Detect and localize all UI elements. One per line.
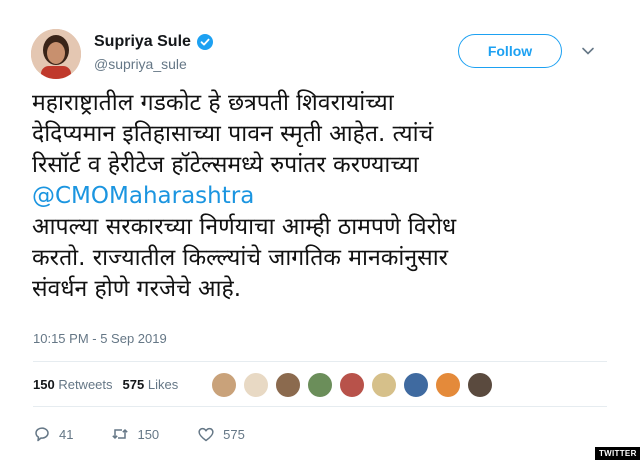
reply-count: 41 — [59, 426, 74, 442]
chevron-down-icon[interactable] — [580, 43, 596, 59]
retweet-icon — [112, 428, 129, 440]
liker-avatar[interactable] — [371, 372, 397, 398]
tweet-text: महाराष्ट्रातील गडकोट हे छत्रपती शिवरायां… — [32, 88, 622, 305]
tweet-timestamp[interactable]: 10:15 PM - 5 Sep 2019 — [33, 331, 167, 346]
follow-button[interactable]: Follow — [458, 34, 562, 68]
author-block: Supriya Sule @supriya_sule — [94, 33, 213, 72]
likes-label: Likes — [147, 377, 179, 392]
liker-avatar[interactable] — [243, 372, 269, 398]
liker-avatar[interactable] — [467, 372, 493, 398]
retweet-count: 150 — [137, 426, 160, 442]
tweet-card: Supriya Sule @supriya_sule Follow महाराष… — [0, 0, 640, 460]
tweet-line: रिसॉर्ट व हेरीटेज हॉटेल्समध्ये रुपांतर क… — [32, 152, 419, 178]
retweet-button[interactable]: 150 — [111, 425, 159, 443]
divider — [33, 406, 607, 407]
liker-avatar[interactable] — [403, 372, 429, 398]
source-badge: TWITTER — [595, 447, 640, 460]
reply-button[interactable]: 41 — [33, 425, 73, 443]
retweets-count: 150 — [33, 377, 55, 392]
engagement-stats: 150 Retweets 575 Likes — [33, 377, 178, 392]
action-bar: 41 150 575 — [33, 425, 283, 443]
author-handle[interactable]: @supriya_sule — [94, 56, 213, 72]
tweet-line: देदिप्यमान इतिहासाच्या पावन स्मृती आहेत.… — [32, 121, 434, 147]
heart-icon — [198, 427, 214, 442]
liker-avatar[interactable] — [275, 372, 301, 398]
liker-avatar[interactable] — [435, 372, 461, 398]
retweets-stat[interactable]: 150 Retweets — [33, 377, 113, 392]
like-count: 575 — [223, 426, 245, 442]
tweet-line: संवर्धन होणे गरजेचे आहे. — [32, 276, 242, 302]
tweet-line: करतो. राज्यातील किल्ल्यांचे जागतिक मानका… — [32, 245, 449, 271]
reply-icon — [35, 427, 49, 442]
liker-avatar[interactable] — [211, 372, 237, 398]
author-name[interactable]: Supriya Sule — [94, 33, 191, 51]
tweet-line: आपल्या सरकारच्या निर्णयाचा आम्ही ठामपणे … — [32, 214, 457, 240]
liker-avatar[interactable] — [307, 372, 333, 398]
like-button[interactable]: 575 — [197, 425, 245, 443]
likes-count: 575 — [122, 377, 145, 392]
mention-link[interactable]: @CMOMaharashtra — [32, 181, 622, 212]
tweet-line: महाराष्ट्रातील गडकोट हे छत्रपती शिवरायां… — [32, 90, 394, 116]
divider — [33, 361, 607, 362]
retweets-label: Retweets — [58, 377, 113, 392]
likers-avatars — [211, 372, 499, 398]
verified-badge-icon — [196, 34, 213, 50]
likes-stat[interactable]: 575 Likes — [123, 377, 179, 392]
avatar[interactable] — [31, 29, 81, 79]
liker-avatar[interactable] — [339, 372, 365, 398]
